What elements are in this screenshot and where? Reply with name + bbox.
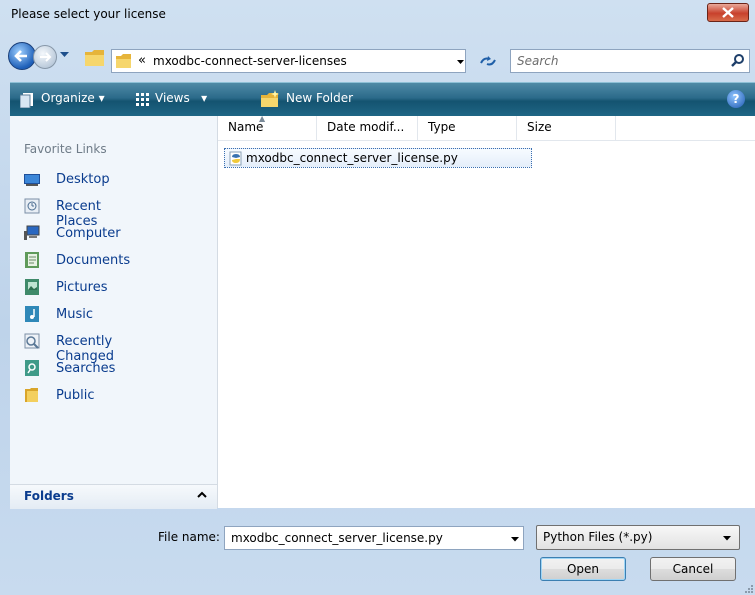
- window-title: Please select your license: [11, 7, 166, 21]
- file-list-pane: Name ▲ Date modif... Type Size mxodbc_co…: [218, 114, 755, 508]
- breadcrumb-overflow[interactable]: «: [138, 53, 146, 68]
- address-dropdown-icon[interactable]: [457, 60, 464, 65]
- views-icon: [136, 93, 149, 106]
- file-name: mxodbc_connect_server_license.py: [246, 151, 458, 165]
- refresh-icon: [480, 56, 496, 66]
- column-header-row: Name ▲ Date modif... Type Size: [218, 114, 755, 141]
- help-icon[interactable]: ?: [727, 90, 745, 108]
- favorite-link-label: Documents: [56, 253, 131, 268]
- open-button[interactable]: Open: [540, 557, 626, 581]
- search-box[interactable]: Search: [510, 49, 750, 73]
- forward-button[interactable]: [33, 45, 57, 69]
- column-header-date-modified[interactable]: Date modif...: [317, 116, 418, 140]
- file-type-dropdown-icon: [723, 536, 731, 541]
- favorite-link-label: Pictures: [56, 280, 108, 295]
- back-arrow-icon: [14, 50, 27, 62]
- refresh-button[interactable]: [474, 49, 502, 73]
- file-type-select[interactable]: Python Files (*.py): [536, 525, 740, 550]
- organize-menu[interactable]: Organize ▾: [41, 91, 105, 105]
- pictures-icon: [25, 279, 39, 295]
- folder-icon: [85, 50, 104, 66]
- close-icon: [722, 7, 734, 18]
- command-toolbar: Organize ▾ Views ▾ New Folder ?: [10, 82, 755, 116]
- recently-changed-icon: [24, 333, 40, 349]
- computer-icon: [24, 225, 40, 240]
- file-type-value: Python Files (*.py): [543, 530, 653, 544]
- resize-grip-icon[interactable]: [743, 583, 753, 593]
- back-button[interactable]: [8, 42, 36, 70]
- column-header-label: Size: [527, 120, 552, 134]
- music-icon: [25, 306, 39, 322]
- favorite-link-label: Computer: [56, 226, 121, 241]
- organize-icon: [20, 93, 33, 108]
- file-list-item[interactable]: mxodbc_connect_server_license.py: [224, 148, 532, 168]
- file-name-value[interactable]: mxodbc_connect_server_license.py: [231, 531, 443, 545]
- address-bar[interactable]: « mxodbc-connect-server-licenses: [111, 49, 466, 73]
- column-header-label: Date modif...: [327, 120, 405, 134]
- file-name-label: File name:: [158, 530, 220, 544]
- documents-icon: [25, 252, 39, 268]
- content-area: Favorite Links Desktop Recent Places Com…: [10, 114, 755, 509]
- organize-label: Organize: [41, 91, 95, 105]
- cancel-button[interactable]: Cancel: [650, 557, 736, 581]
- open-file-dialog: Please select your license « mxodbc-conn…: [0, 0, 755, 595]
- favorite-link-label: Desktop: [56, 172, 110, 187]
- breadcrumb-current[interactable]: mxodbc-connect-server-licenses: [153, 54, 347, 68]
- address-folder-icon: [116, 54, 131, 68]
- views-menu[interactable]: Views ▾: [155, 91, 207, 105]
- column-header-size[interactable]: Size: [517, 116, 616, 140]
- favorite-link-label: Music: [56, 307, 93, 322]
- favorite-link-label: Recent Places: [56, 199, 101, 229]
- sort-ascending-icon: ▲: [259, 114, 266, 123]
- file-name-dropdown-icon[interactable]: [511, 537, 519, 542]
- views-label: Views: [155, 91, 190, 105]
- recent-places-icon: [24, 198, 40, 214]
- column-header-type[interactable]: Type: [418, 116, 517, 140]
- favorite-link-label: Public: [56, 388, 95, 403]
- column-header-label: Type: [428, 120, 456, 134]
- column-header-name[interactable]: Name ▲: [218, 114, 317, 140]
- python-file-icon: [229, 151, 242, 166]
- favorite-link-label: Recently Changed: [56, 334, 115, 364]
- navigation-pane: Favorite Links Desktop Recent Places Com…: [10, 116, 218, 509]
- close-button[interactable]: [707, 3, 749, 22]
- new-folder-button[interactable]: New Folder: [286, 91, 353, 105]
- search-placeholder[interactable]: Search: [517, 54, 559, 68]
- recent-pages-dropdown-icon[interactable]: [60, 52, 69, 58]
- new-folder-icon: [261, 90, 279, 107]
- file-name-input[interactable]: mxodbc_connect_server_license.py: [224, 526, 524, 550]
- favorite-link-label: Searches: [56, 361, 116, 376]
- title-bar: Please select your license: [0, 0, 755, 36]
- searches-icon: [25, 360, 39, 376]
- navigation-bar: « mxodbc-connect-server-licenses Search: [0, 36, 755, 78]
- folders-toggle[interactable]: Folders: [10, 484, 217, 509]
- forward-arrow-icon: [40, 52, 52, 62]
- search-icon[interactable]: [731, 53, 745, 67]
- public-folder-icon: [25, 388, 38, 402]
- desktop-icon: [24, 174, 40, 186]
- favorite-links-heading: Favorite Links: [24, 142, 107, 156]
- dialog-footer: File name: mxodbc_connect_server_license…: [0, 508, 755, 595]
- folders-label: Folders: [24, 489, 74, 503]
- chevron-up-icon[interactable]: [197, 491, 207, 498]
